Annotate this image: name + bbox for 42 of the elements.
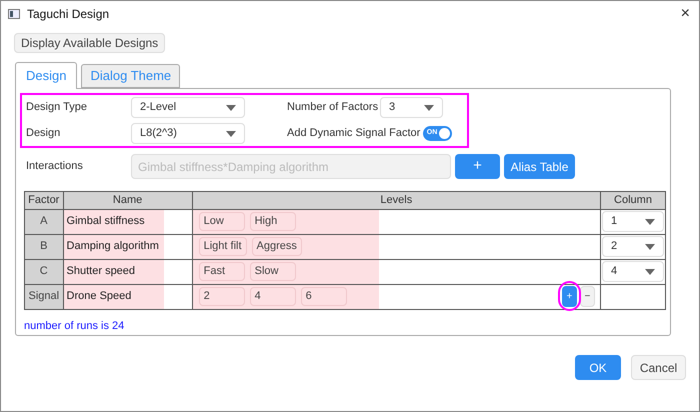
level-field[interactable]: Aggress (252, 237, 302, 256)
dropdown[interactable]: 1 (602, 211, 664, 232)
field-label: Design Type (26, 100, 88, 116)
caret-icon (424, 104, 434, 110)
caret-icon (644, 268, 655, 274)
runs-note: number of runs is 24 (24, 318, 126, 334)
cancel-button[interactable]: Cancel (631, 355, 686, 380)
factor-cell: A (24, 209, 64, 234)
toggle-knob (439, 128, 450, 139)
column-header: Factor (24, 192, 64, 209)
dropdown[interactable]: 2-Level (131, 97, 245, 118)
dropdown[interactable]: 4 (602, 261, 664, 282)
caret-icon (226, 130, 236, 136)
level-field[interactable]: 2 (198, 287, 245, 306)
window-title: Taguchi Design (27, 6, 110, 23)
level-field[interactable]: 4 (250, 287, 296, 306)
column-header: Levels (192, 192, 600, 209)
caret-icon (644, 218, 655, 224)
close-button[interactable]: × (680, 6, 690, 22)
level-field[interactable]: Light filt (198, 237, 247, 256)
level-field[interactable]: High (250, 212, 296, 231)
level-field[interactable]: Low (198, 212, 245, 231)
app-icon (8, 9, 20, 19)
caret-icon (226, 104, 236, 110)
column-header: Name (63, 192, 192, 209)
remove-level-button[interactable]: − (580, 286, 595, 307)
factor-cell: B (24, 234, 64, 259)
display-designs-button[interactable]: Display Available Designs (14, 33, 166, 53)
caret-icon (644, 244, 655, 250)
factor-cell: Signal (24, 284, 64, 309)
field-label: Add Dynamic Signal Factor (287, 126, 420, 142)
level-field[interactable]: Slow (250, 262, 296, 281)
factor-cell: C (24, 259, 64, 284)
field-label: Interactions (26, 159, 84, 174)
level-field[interactable]: 6 (300, 287, 347, 306)
dropdown[interactable]: 2 (602, 236, 664, 257)
dropdown[interactable]: 3 (380, 97, 443, 118)
column-header: Column (600, 192, 666, 209)
field-label: Design (26, 126, 62, 142)
dropdown[interactable]: L8(2^3) (131, 123, 245, 144)
level-field[interactable]: Fast (198, 262, 245, 281)
field-label: Number of Factors (287, 100, 380, 116)
